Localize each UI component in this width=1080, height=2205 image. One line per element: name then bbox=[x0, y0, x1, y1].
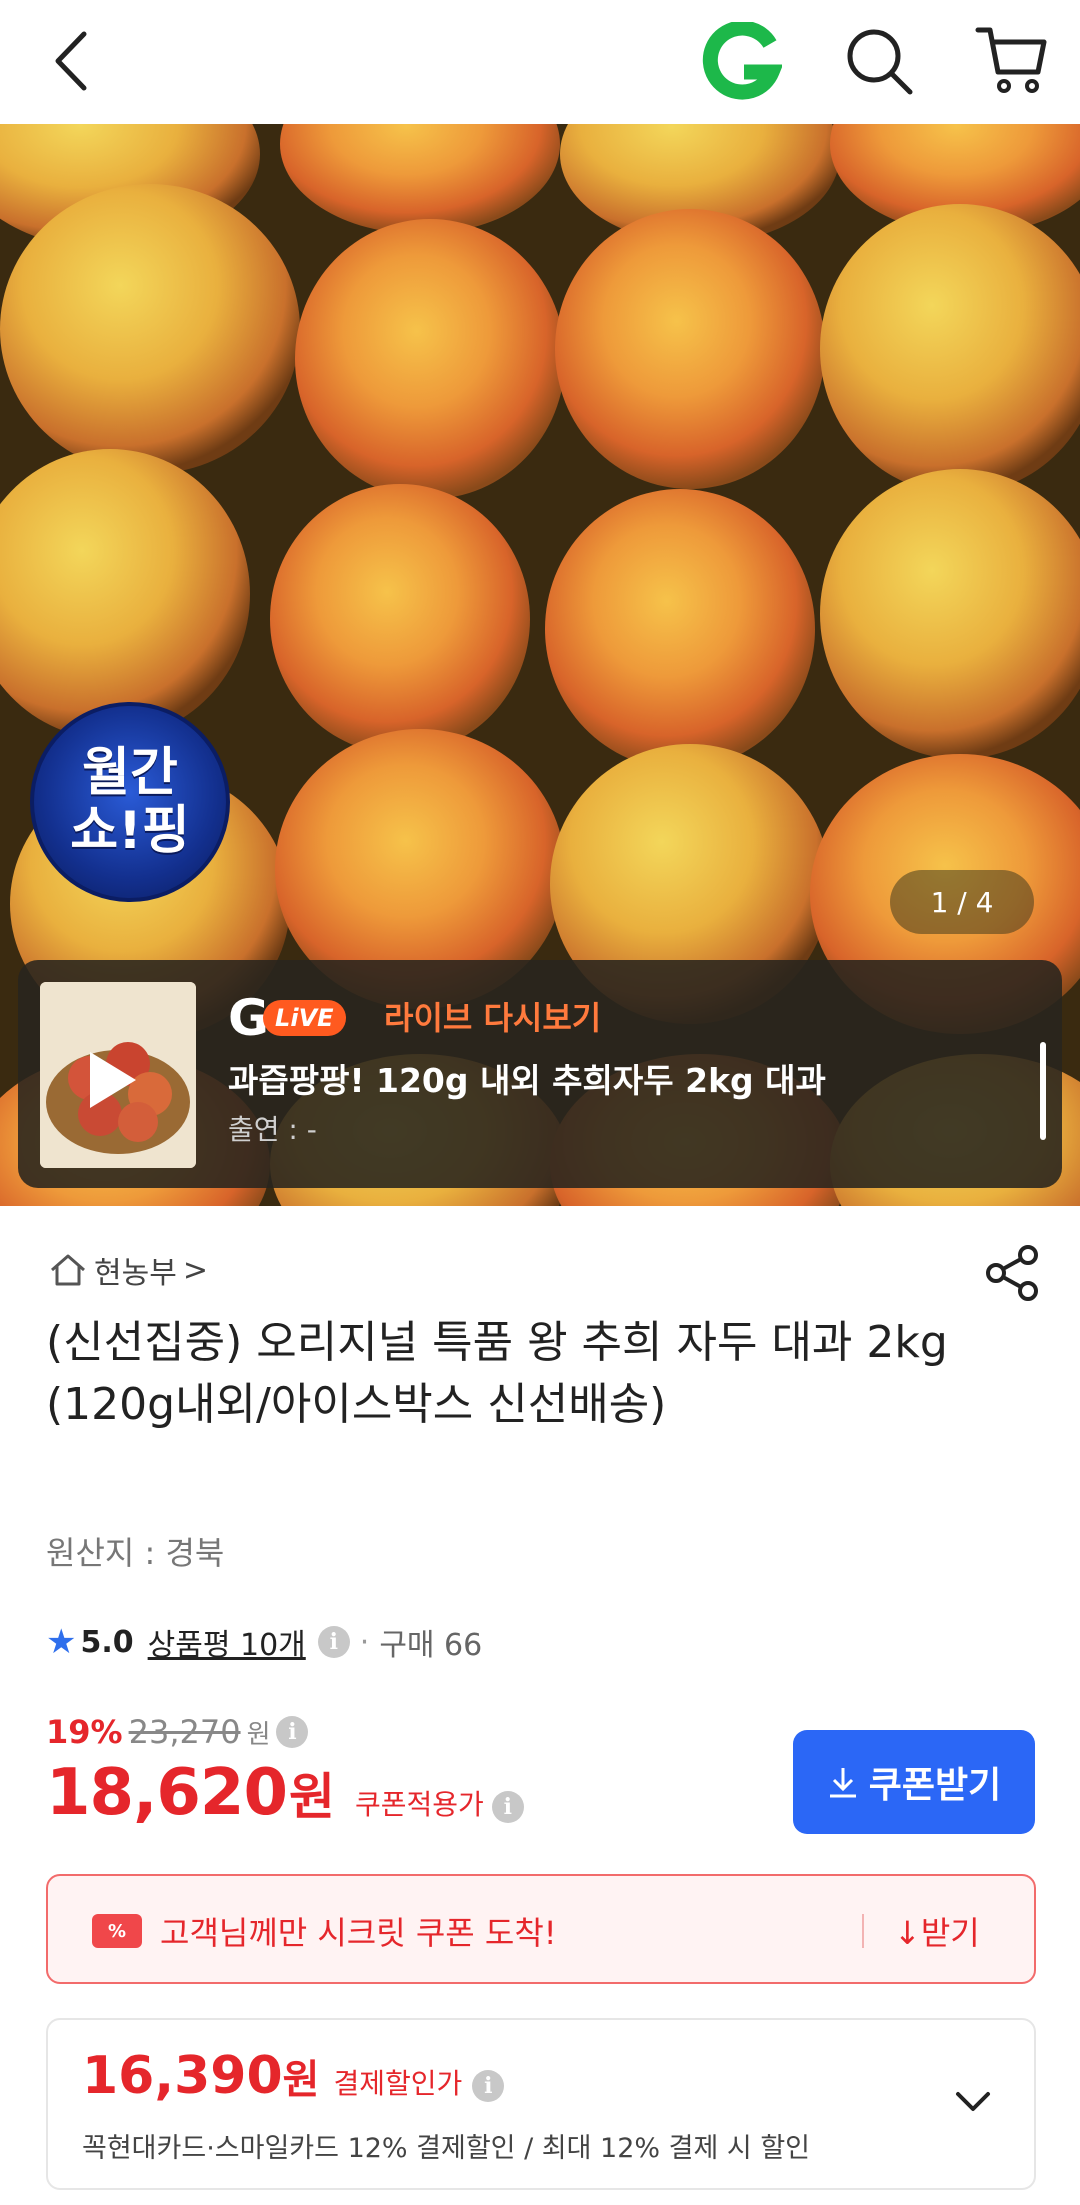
discount-rate: 19% bbox=[46, 1713, 123, 1751]
product-image-carousel[interactable]: 월간 쇼!핑 1 / 4 G LiVE 라이브 다시보기 과즙팡팡! 120g … bbox=[0, 124, 1080, 1206]
search-icon[interactable] bbox=[842, 24, 916, 98]
live-replay-banner[interactable]: G LiVE 라이브 다시보기 과즙팡팡! 120g 내외 추희자두 2kg 대… bbox=[18, 960, 1062, 1188]
reviews-link[interactable]: 상품평 10개 bbox=[148, 1620, 306, 1664]
store-link[interactable]: 현농부 > bbox=[48, 1246, 208, 1294]
rating-row: ★ 5.0 상품평 10개 i · 구매 66 bbox=[46, 1620, 482, 1664]
download-arrow-icon bbox=[829, 1768, 856, 1798]
star-icon: ★ bbox=[46, 1622, 77, 1662]
chevron-down-icon[interactable] bbox=[948, 2076, 998, 2126]
card-discount-unit: 원 bbox=[282, 2057, 320, 2103]
top-navigation-bar bbox=[0, 0, 1080, 124]
share-icon[interactable] bbox=[984, 1244, 1040, 1302]
info-icon[interactable]: i bbox=[276, 1716, 309, 1748]
get-coupon-button[interactable]: 쿠폰받기 bbox=[793, 1730, 1035, 1834]
sale-price-unit: 원 bbox=[288, 1768, 335, 1826]
product-origin: 원산지 : 경북 bbox=[46, 1534, 225, 1572]
live-cast: 출연 : - bbox=[228, 1113, 317, 1146]
cart-icon[interactable] bbox=[974, 22, 1050, 98]
rating-score: 5.0 bbox=[80, 1624, 134, 1660]
back-arrow-icon[interactable] bbox=[44, 26, 104, 96]
card-discount-label: 결제할인가 bbox=[333, 2067, 463, 2100]
card-discount-price: 16,390 bbox=[82, 2046, 283, 2106]
receive-label: 받기 bbox=[920, 1914, 980, 1952]
g-live-logo: G LiVE bbox=[228, 993, 346, 1043]
download-arrow-icon: ↓ bbox=[894, 1914, 921, 1952]
store-name: 현농부 bbox=[94, 1256, 177, 1291]
receive-coupon-button[interactable]: ↓받기 bbox=[894, 1908, 980, 1954]
get-coupon-label: 쿠폰받기 bbox=[868, 1765, 1002, 1806]
card-discount-price-row: 16,390 원 결제할인가 i bbox=[82, 2046, 505, 2106]
product-title: (신선집중) 오리지널 특품 왕 추희 자두 대과 2kg (120g내외/아이… bbox=[46, 1317, 948, 1430]
sale-price-row: 18,620 원 쿠폰적용가 i bbox=[46, 1756, 524, 1838]
divider bbox=[862, 1914, 864, 1948]
secret-coupon-banner[interactable]: % 고객님께만 시크릿 쿠폰 도착! ↓받기 bbox=[46, 1874, 1036, 1984]
gmarket-logo-icon[interactable] bbox=[700, 22, 782, 102]
live-scroll-indicator bbox=[1040, 1042, 1046, 1140]
original-price: 23,270 bbox=[128, 1713, 241, 1751]
live-replay-label: 라이브 다시보기 bbox=[384, 999, 602, 1037]
discount-row: 19% 23,270 원 i bbox=[46, 1710, 309, 1754]
monthly-shopping-badge: 월간 쇼!핑 bbox=[30, 702, 230, 902]
chevron-right-icon: > bbox=[182, 1252, 208, 1288]
secret-coupon-message: 고객님께만 시크릿 쿠폰 도착! bbox=[160, 1914, 557, 1952]
card-discount-detail: 꼭현대카드·스마일카드 12% 결제할인 / 최대 12% 결제 시 할인 bbox=[82, 2133, 811, 2164]
original-price-unit: 원 bbox=[246, 1719, 271, 1750]
play-icon bbox=[90, 1052, 136, 1108]
image-counter: 1 / 4 bbox=[890, 870, 1034, 934]
live-title: 과즙팡팡! 120g 내외 추희자두 2kg 대과 bbox=[228, 1061, 826, 1100]
info-icon[interactable]: i bbox=[491, 1791, 524, 1823]
badge-line1: 월간 bbox=[82, 743, 178, 803]
coupon-tag-icon: % bbox=[92, 1914, 142, 1948]
live-pill: LiVE bbox=[263, 1000, 346, 1036]
live-thumbnail[interactable] bbox=[40, 982, 196, 1168]
info-icon[interactable]: i bbox=[317, 1626, 350, 1658]
home-icon bbox=[51, 1254, 85, 1286]
coupon-applied-label: 쿠폰적용가 bbox=[354, 1788, 484, 1821]
badge-line2: 쇼!핑 bbox=[70, 801, 190, 861]
purchase-count: 구매 66 bbox=[379, 1628, 483, 1663]
separator-dot: · bbox=[359, 1624, 370, 1660]
info-icon[interactable]: i bbox=[472, 2070, 505, 2102]
sale-price: 18,620 bbox=[46, 1756, 288, 1830]
card-discount-box[interactable]: 16,390 원 결제할인가 i 꼭현대카드·스마일카드 12% 결제할인 / … bbox=[46, 2018, 1036, 2190]
